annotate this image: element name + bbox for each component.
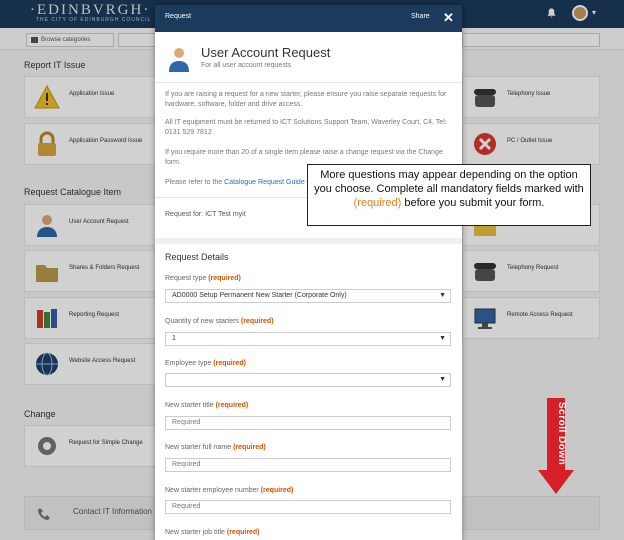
title-label: New starter title (required) bbox=[165, 402, 248, 409]
chevron-down-icon: ▼ bbox=[439, 335, 446, 342]
required-tag: (required) bbox=[233, 444, 266, 451]
modal-subtitle: For all user account requests bbox=[201, 62, 292, 69]
job-title-label-text: New starter job title bbox=[165, 529, 225, 536]
employee-type-label-text: Employee type bbox=[165, 360, 212, 367]
chevron-down-icon: ▼ bbox=[439, 292, 446, 299]
quantity-value: 1 bbox=[172, 335, 176, 342]
required-tag: (required) bbox=[215, 402, 249, 409]
user-icon bbox=[169, 48, 189, 72]
required-tag: (required) bbox=[240, 318, 274, 325]
quantity-label: Quantity of new starters (required) bbox=[165, 318, 274, 325]
request-type-select[interactable]: AD0000 Setup Permanent New Starter (Corp… bbox=[165, 289, 451, 303]
employee-number-input[interactable]: Required bbox=[165, 500, 451, 514]
catalogue-guide-link[interactable]: Catalogue Request Guide bbox=[224, 179, 305, 186]
required-tag: (required) bbox=[208, 275, 241, 282]
callout-text-end: before you submit your form. bbox=[401, 197, 545, 209]
request-type-label: Request type (required) bbox=[165, 275, 241, 282]
required-tag: (required) bbox=[260, 487, 294, 494]
share-button[interactable]: Share bbox=[411, 13, 430, 20]
full-name-label: New starter full name (required) bbox=[165, 444, 266, 451]
quantity-select[interactable]: 1 ▼ bbox=[165, 332, 451, 346]
quantity-label-text: Quantity of new starters bbox=[165, 318, 239, 325]
employee-type-select[interactable]: ▼ bbox=[165, 373, 451, 387]
divider bbox=[155, 82, 462, 83]
employee-number-label: New starter employee number (required) bbox=[165, 487, 293, 494]
title-input[interactable]: Required bbox=[165, 416, 451, 430]
title-label-text: New starter title bbox=[165, 402, 214, 409]
employee-number-label-text: New starter employee number bbox=[165, 487, 259, 494]
info-paragraph-1: If you are raising a request for a new s… bbox=[165, 91, 447, 108]
employee-type-label: Employee type (required) bbox=[165, 360, 246, 367]
info-paragraph-4-prefix: Please refer to the bbox=[165, 179, 225, 186]
request-type-value: AD0000 Setup Permanent New Starter (Corp… bbox=[172, 292, 347, 299]
modal-header: Request Share ✕ bbox=[155, 5, 462, 32]
request-for: Request for: ICT Test myit bbox=[165, 211, 246, 218]
full-name-label-text: New starter full name bbox=[165, 444, 232, 451]
modal-header-title: Request bbox=[165, 13, 192, 20]
required-tag: (required) bbox=[226, 529, 260, 536]
full-name-input[interactable]: Required bbox=[165, 458, 451, 472]
modal-title: User Account Request bbox=[201, 45, 331, 60]
job-title-label: New starter job title (required) bbox=[165, 529, 260, 536]
callout-text: More questions may appear depending on t… bbox=[314, 169, 584, 195]
callout-required-text: (required) bbox=[353, 197, 402, 209]
chevron-down-icon: ▼ bbox=[439, 376, 446, 383]
section-separator bbox=[155, 238, 462, 244]
required-tag: (required) bbox=[213, 360, 246, 367]
request-modal: Request Share ✕ User Account Request For… bbox=[155, 5, 462, 540]
request-details-title: Request Details bbox=[165, 252, 229, 262]
scroll-down-label: Scroll Down bbox=[556, 402, 567, 466]
request-type-label-text: Request type bbox=[165, 275, 207, 282]
instruction-callout: More questions may appear depending on t… bbox=[307, 164, 591, 226]
info-paragraph-2: All IT equipment must be returned to ICT… bbox=[165, 119, 447, 136]
close-icon[interactable]: ✕ bbox=[443, 10, 454, 26]
